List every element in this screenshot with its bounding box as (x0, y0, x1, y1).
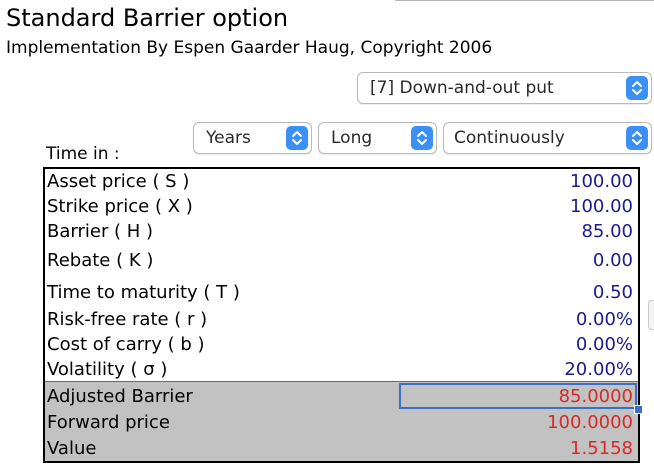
top-divider (395, 0, 654, 1)
output-value[interactable]: 1.5158 (570, 438, 633, 459)
input-label: Barrier ( H ) (47, 221, 154, 242)
input-label: Time to maturity ( T ) (47, 281, 240, 303)
input-value[interactable]: 0.00 (593, 250, 633, 271)
monitoring-value: Continuously (454, 128, 565, 148)
input-row-cost-of-carry: Cost of carry ( b ) 0.00% (45, 332, 638, 357)
output-label: Value (47, 437, 97, 459)
monitoring-select[interactable]: Continuously (443, 122, 652, 154)
input-label: Volatility ( σ ) (47, 359, 168, 380)
input-value[interactable]: 85.00 (581, 221, 633, 242)
input-value[interactable]: 100.00 (570, 196, 633, 217)
parameter-grid: Asset price ( S ) 100.00 Strike price ( … (43, 167, 643, 463)
input-label: Strike price ( X ) (47, 196, 193, 217)
input-row-strike-price: Strike price ( X ) 100.00 (45, 194, 638, 219)
output-label: Adjusted Barrier (47, 385, 193, 407)
position-value: Long (331, 128, 373, 148)
page-subtitle: Implementation By Espen Gaarder Haug, Co… (6, 38, 493, 58)
input-label: Rebate ( K ) (47, 250, 154, 271)
input-row-volatility: Volatility ( σ ) 20.00% (45, 357, 638, 382)
input-value[interactable]: 20.00% (564, 359, 633, 380)
input-value[interactable]: 0.50 (593, 282, 633, 303)
side-scroll-tab[interactable] (648, 300, 654, 330)
input-value[interactable]: 0.00% (576, 334, 633, 355)
output-label: Forward price (47, 411, 170, 433)
output-row-value: Value 1.5158 (45, 435, 638, 461)
time-unit-select[interactable]: Years (193, 122, 312, 154)
option-type-value: [7] Down-and-out put (370, 78, 554, 98)
output-row-forward-price: Forward price 100.0000 (45, 409, 638, 435)
input-label: Asset price ( S ) (47, 171, 190, 192)
up-down-chevron-icon (286, 126, 308, 150)
fill-handle[interactable] (634, 405, 643, 414)
input-row-rebate: Rebate ( K ) 0.00 (45, 244, 638, 277)
option-type-select[interactable]: [7] Down-and-out put (357, 72, 652, 104)
output-value[interactable]: 100.0000 (547, 412, 633, 433)
input-row-risk-free-rate: Risk-free rate ( r ) 0.00% (45, 307, 638, 332)
input-row-time-to-maturity: Time to maturity ( T ) 0.50 (45, 277, 638, 307)
input-label: Risk-free rate ( r ) (47, 309, 208, 330)
input-value[interactable]: 0.00% (576, 309, 633, 330)
position-select[interactable]: Long (318, 122, 437, 154)
input-row-barrier: Barrier ( H ) 85.00 (45, 219, 638, 244)
up-down-chevron-icon (411, 126, 433, 150)
time-unit-value: Years (206, 128, 251, 148)
page-title: Standard Barrier option (6, 4, 289, 32)
time-in-label: Time in : (46, 144, 120, 164)
up-down-chevron-icon (626, 126, 648, 150)
input-label: Cost of carry ( b ) (47, 334, 205, 355)
selected-cell-highlight (399, 383, 637, 409)
input-value[interactable]: 100.00 (570, 171, 633, 192)
input-row-asset-price: Asset price ( S ) 100.00 (45, 169, 638, 194)
up-down-chevron-icon (626, 76, 648, 100)
